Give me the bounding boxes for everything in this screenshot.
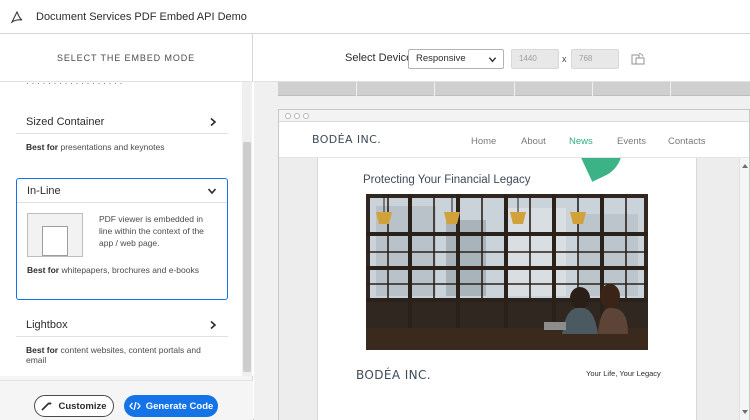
website-navbar: BODÉA INC. Home About News Events Contac… — [279, 122, 749, 158]
panel-footer: Customize Generate Code — [0, 380, 253, 420]
window-dot — [294, 112, 300, 119]
best-for-label: Best for — [26, 345, 59, 355]
device-label: Select Device — [345, 52, 413, 64]
thumbnail-viewer — [42, 226, 68, 256]
pdf-logo: BODÉA INC. — [356, 368, 432, 382]
mode-lightbox[interactable]: Lightbox Best for content websites, cont… — [16, 313, 228, 365]
mode-header[interactable]: Lightbox — [16, 313, 228, 337]
scroll-up-icon[interactable] — [742, 164, 748, 168]
rotate-device-icon[interactable] — [631, 52, 645, 66]
mode-header[interactable]: In-Line — [17, 179, 227, 203]
preview-panel: Select Device Responsive 1440 x 768 BODÉ… — [254, 34, 750, 420]
preview-scrollbar[interactable] — [739, 158, 749, 420]
wand-icon — [41, 401, 53, 411]
mode-title: In-Line — [27, 184, 61, 197]
acrobat-logo-icon — [10, 10, 23, 24]
mode-list[interactable]: · · · · · · · · · · · · · · · · · · Size… — [0, 82, 253, 376]
leaf-decoration — [577, 158, 633, 182]
scroll-down-icon[interactable] — [742, 410, 748, 414]
clipped-text: · · · · · · · · · · · · · · · · · · — [26, 82, 123, 88]
panel-heading: SELECT THE EMBED MODE — [0, 34, 252, 82]
generate-code-label: Generate Code — [145, 400, 214, 412]
nav-about[interactable]: About — [521, 136, 546, 147]
mode-detail: PDF viewer is embedded in line within th… — [17, 203, 227, 257]
mode-best-for: Best for presentations and keynotes — [16, 134, 228, 152]
customize-label: Customize — [58, 400, 107, 412]
device-select-value: Responsive — [416, 53, 466, 64]
best-for-label: Best for — [26, 142, 59, 152]
best-for-text: whitepapers, brochures and e-books — [59, 265, 199, 275]
app-header: Document Services PDF Embed API Demo — [0, 0, 750, 34]
device-select[interactable]: Responsive — [408, 49, 504, 69]
browser-preview: BODÉA INC. Home About News Events Contac… — [278, 109, 750, 420]
mode-list-scrollbar[interactable] — [242, 82, 252, 376]
chevron-right-icon — [210, 117, 217, 126]
height-input[interactable]: 768 — [571, 49, 619, 69]
best-for-label: Best for — [27, 265, 60, 275]
chevron-down-icon — [207, 187, 217, 194]
website-content[interactable]: Protecting Your Financial Legacy BODÉA I… — [279, 158, 739, 420]
mode-description: PDF viewer is embedded in line within th… — [99, 214, 204, 248]
mode-best-for: Best for whitepapers, brochures and e-bo… — [17, 257, 227, 275]
app-title: Document Services PDF Embed API Demo — [36, 10, 247, 23]
embed-mode-panel: SELECT THE EMBED MODE · · · · · · · · · … — [0, 34, 253, 420]
responsive-ruler — [278, 82, 750, 96]
code-icon — [128, 401, 141, 411]
mode-header[interactable]: Sized Container — [16, 110, 228, 134]
dimension-separator: x — [562, 54, 567, 64]
pdf-heading: Protecting Your Financial Legacy — [363, 174, 531, 186]
pdf-tagline: Your Life, Your Legacy — [586, 369, 661, 378]
office-window-photo — [366, 194, 648, 350]
width-input[interactable]: 1440 — [511, 49, 559, 69]
chevron-right-icon — [210, 320, 217, 329]
pdf-page: Protecting Your Financial Legacy BODÉA I… — [317, 158, 697, 420]
device-toolbar: Select Device Responsive 1440 x 768 — [254, 34, 750, 82]
mode-sized-container[interactable]: Sized Container Best for presentations a… — [16, 110, 228, 152]
mode-title: Sized Container — [26, 115, 105, 128]
mode-best-for: Best for content websites, content porta… — [16, 337, 228, 365]
scrollbar-thumb[interactable] — [243, 142, 251, 372]
nav-contacts[interactable]: Contacts — [668, 136, 706, 147]
mode-title: Lightbox — [26, 318, 68, 331]
website-logo: BODÉA INC. — [312, 133, 382, 146]
nav-events[interactable]: Events — [617, 136, 646, 147]
mode-inline[interactable]: In-Line PDF viewer is embedded in line w… — [16, 178, 228, 300]
window-dot — [285, 112, 291, 119]
generate-code-button[interactable]: Generate Code — [124, 395, 218, 417]
customize-button[interactable]: Customize — [34, 395, 114, 417]
inline-mode-thumbnail — [27, 213, 83, 257]
nav-news[interactable]: News — [569, 136, 593, 147]
window-dot — [303, 112, 309, 119]
nav-home[interactable]: Home — [471, 136, 496, 147]
chevron-down-icon — [488, 57, 497, 63]
browser-title-bar — [279, 110, 749, 122]
best-for-text: presentations and keynotes — [58, 142, 165, 152]
